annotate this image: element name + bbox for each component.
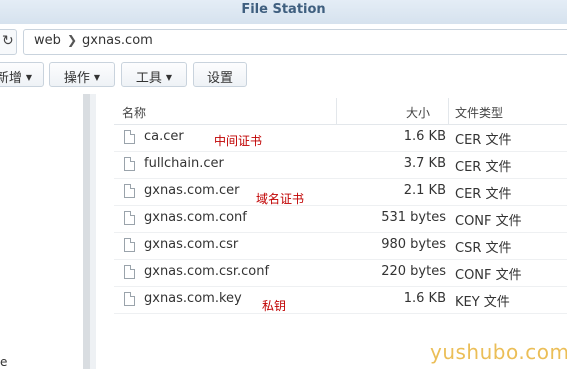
file-name: gxnas.com.conf <box>144 210 247 225</box>
file-list: 名称 大小 文件类型 ca.cer 1.6 KB CER 文件 fullchai… <box>96 94 567 369</box>
file-size: 1.6 KB <box>403 291 446 306</box>
file-icon <box>124 292 135 306</box>
action-button-label: 操作 <box>63 71 90 86</box>
file-size: 531 bytes <box>381 210 446 225</box>
tools-button-label: 工具 <box>135 71 162 86</box>
file-row[interactable]: gxnas.com.conf 531 bytes CONF 文件 <box>114 206 567 233</box>
file-name: gxnas.com.cer <box>144 183 240 198</box>
annotation-intermediate-cert: 中间证书 <box>214 134 263 148</box>
file-row[interactable]: gxnas.com.csr 980 bytes CSR 文件 <box>114 233 567 260</box>
file-type: CONF 文件 <box>455 268 522 283</box>
file-type: CER 文件 <box>455 160 512 175</box>
create-button-label: 新增 <box>0 71 22 86</box>
file-row[interactable]: ca.cer 1.6 KB CER 文件 <box>114 125 567 152</box>
column-name-header[interactable]: 名称 <box>122 104 146 121</box>
path-bar[interactable]: web ❯ gxnas.com <box>23 29 567 55</box>
window-title: File Station <box>241 2 326 17</box>
file-size: 3.7 KB <box>403 156 446 171</box>
file-type: CSR 文件 <box>455 241 512 256</box>
chevron-right-icon: ❯ <box>67 33 78 47</box>
file-row[interactable]: fullchain.cer 3.7 KB CER 文件 <box>114 152 567 179</box>
breadcrumb-web[interactable]: web <box>34 33 61 48</box>
breadcrumb-gxnas[interactable]: gxnas.com <box>82 33 153 48</box>
settings-button[interactable]: 设置 <box>193 62 247 87</box>
file-row[interactable]: gxnas.com.csr.conf 220 bytes CONF 文件 <box>114 260 567 287</box>
file-row[interactable]: gxnas.com.key 1.6 KB KEY 文件 <box>114 287 567 314</box>
file-size: 220 bytes <box>381 264 446 279</box>
file-type: CER 文件 <box>455 187 512 202</box>
file-icon <box>124 238 135 252</box>
annotation-private-key: 私钥 <box>262 299 287 313</box>
column-size-header[interactable]: 大小 <box>406 104 430 121</box>
folder-tree: e <box>0 94 82 369</box>
file-name: gxnas.com.csr <box>144 237 239 252</box>
file-list-header: 名称 大小 文件类型 <box>114 98 567 125</box>
file-icon <box>124 130 135 144</box>
file-size: 1.6 KB <box>403 129 446 144</box>
file-name: gxnas.com.key <box>144 291 242 306</box>
tools-button[interactable]: 工具 ▼ <box>121 62 187 87</box>
column-type-header[interactable]: 文件类型 <box>455 104 503 121</box>
file-icon <box>124 157 135 171</box>
file-name: ca.cer <box>144 129 184 144</box>
action-button[interactable]: 操作 ▼ <box>49 62 115 87</box>
caret-down-icon: ▼ <box>25 73 33 82</box>
file-type: KEY 文件 <box>455 295 510 310</box>
file-icon <box>124 265 135 279</box>
file-name: gxnas.com.csr.conf <box>144 264 270 279</box>
watermark: yushubo.com <box>430 340 567 364</box>
file-icon <box>124 184 135 198</box>
file-size: 2.1 KB <box>403 183 446 198</box>
refresh-icon: ↻ <box>2 33 14 49</box>
file-type: CER 文件 <box>455 133 512 148</box>
file-name: fullchain.cer <box>144 156 224 171</box>
tree-scrollbar[interactable] <box>83 94 90 369</box>
annotation-domain-cert: 域名证书 <box>256 192 305 206</box>
action-toolbar: 新增 ▼ 操作 ▼ 工具 ▼ 设置 <box>0 58 567 94</box>
column-divider <box>336 98 337 124</box>
column-divider <box>448 98 449 124</box>
file-size: 980 bytes <box>381 237 446 252</box>
title-bar: File Station <box>0 0 567 25</box>
file-icon <box>124 211 135 225</box>
navigation-bar: ↻ web ❯ gxnas.com <box>0 24 567 58</box>
caret-down-icon: ▼ <box>93 73 101 82</box>
create-button[interactable]: 新增 ▼ <box>0 62 44 87</box>
caret-down-icon: ▼ <box>165 73 173 82</box>
file-type: CONF 文件 <box>455 214 522 229</box>
file-row[interactable]: gxnas.com.cer 2.1 KB CER 文件 <box>114 179 567 206</box>
refresh-button[interactable]: ↻ <box>0 29 17 55</box>
tree-item-label[interactable]: e <box>0 355 7 369</box>
settings-button-label: 设置 <box>206 71 233 86</box>
